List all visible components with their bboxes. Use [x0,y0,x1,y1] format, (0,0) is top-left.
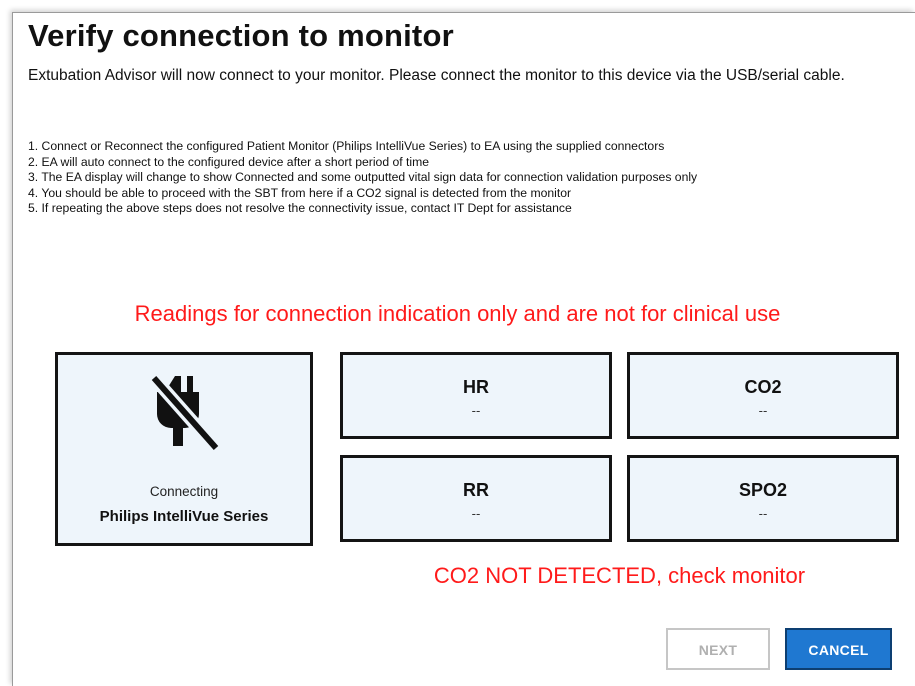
vital-value: -- [471,506,481,521]
instruction-step: 5. If repeating the above steps does not… [28,201,572,216]
vital-value: -- [758,403,768,418]
next-button[interactable]: NEXT [666,628,770,670]
vital-label: SPO2 [738,480,788,500]
instruction-step: 1. Connect or Reconnect the configured P… [28,139,665,153]
instruction-step: 2. EA will auto connect to the configure… [28,154,430,169]
cancel-button[interactable]: CANCEL [785,628,892,670]
dialog-title: Verify connection to monitor [28,18,454,53]
instruction-step: 3. The EA display will change to show Co… [28,170,698,185]
power-plug-off-icon [142,368,226,457]
vital-label: CO2 [744,377,782,397]
vital-label: RR [463,480,489,500]
window-background [0,0,915,10]
intro-text: Extubation Advisor will now connect to y… [28,67,845,84]
vital-value: -- [758,506,768,521]
vital-tile-co2: CO2 -- [627,352,899,439]
vital-label: HR [463,377,489,397]
vital-tile-spo2: SPO2 -- [627,455,899,542]
vital-value: -- [471,403,481,418]
monitor-connection-tile: Connecting Philips IntelliVue Series [55,352,313,546]
instruction-step: 4. You should be able to proceed with th… [28,185,572,200]
vital-tile-rr: RR -- [340,455,612,542]
device-name: Philips IntelliVue Series [99,508,269,525]
vital-tile-hr: HR -- [340,352,612,439]
co2-alert: CO2 NOT DETECTED, check monitor [433,563,806,588]
instruction-steps: 1. Connect or Reconnect the configured P… [28,139,898,217]
clinical-use-warning: Readings for connection indication only … [134,301,781,326]
connection-status: Connecting [149,484,219,499]
